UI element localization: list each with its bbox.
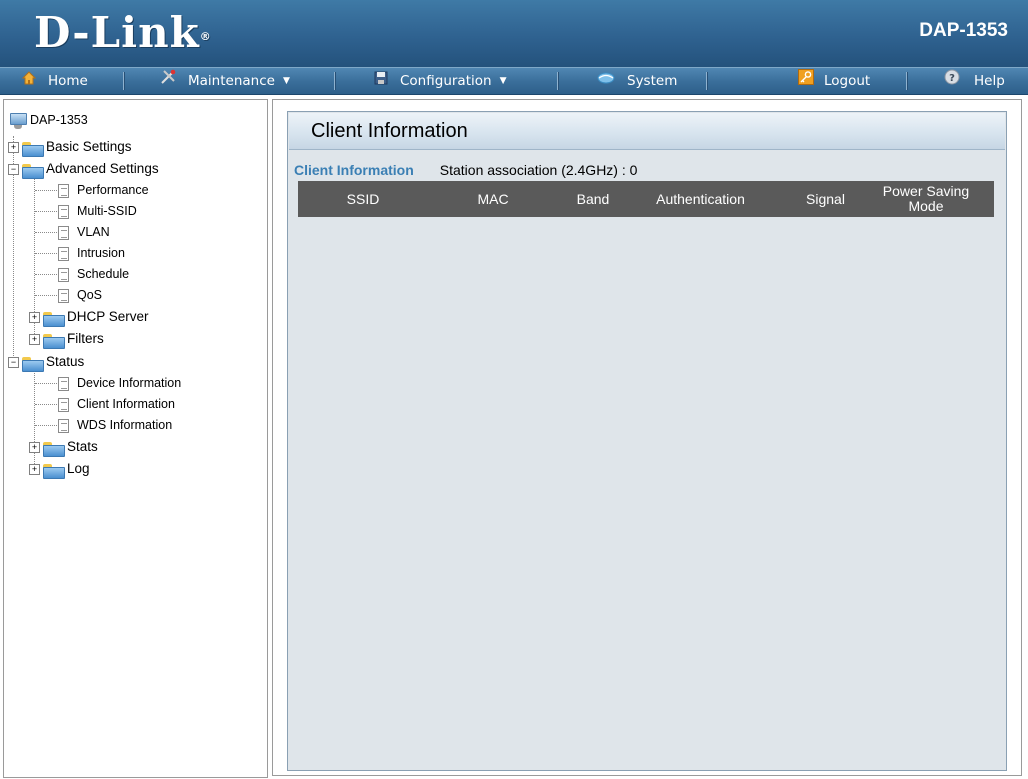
expand-icon[interactable]: +: [29, 464, 40, 476]
page-icon: [58, 246, 69, 261]
tree-stats[interactable]: + Stats: [29, 437, 98, 457]
tree-connector: [35, 253, 57, 254]
page-icon: [58, 376, 69, 391]
tree-item-schedule[interactable]: Schedule: [58, 264, 129, 284]
column-header-ssid: SSID: [346, 190, 380, 207]
menu-home-label: Home: [48, 73, 88, 89]
menu-system-label: System: [627, 73, 678, 89]
chevron-down-icon: ▼: [282, 76, 290, 86]
tree-log[interactable]: + Log: [29, 459, 90, 479]
expand-icon[interactable]: +: [8, 142, 19, 154]
section-header: Client Information Station association (2…: [294, 162, 637, 179]
save-disk-icon: [374, 68, 388, 94]
tree-filters[interactable]: + Filters: [29, 329, 104, 349]
page-icon: [58, 225, 69, 240]
model-name: DAP-1353: [919, 20, 1008, 41]
collapse-icon[interactable]: −: [8, 357, 19, 369]
page-icon: [58, 204, 69, 219]
column-header-power-saving-mode: Power Saving Mode: [882, 183, 970, 214]
tree-connector: [35, 295, 57, 296]
tree-connector: [35, 383, 57, 384]
page-icon: [58, 267, 69, 282]
tree-item-vlan[interactable]: VLAN: [58, 222, 110, 242]
tree-connector: [35, 425, 57, 426]
tree-basic-settings[interactable]: + Basic Settings: [8, 137, 132, 157]
section-title: Client Information: [294, 162, 414, 178]
tree-item-performance[interactable]: Performance: [58, 180, 149, 200]
key-icon: [798, 68, 814, 94]
menu-logout[interactable]: Logout: [798, 68, 870, 94]
tree-root-device[interactable]: DAP-1353: [8, 110, 88, 130]
page-title: Client Information: [311, 120, 468, 142]
folder-icon: [21, 141, 44, 157]
collapse-icon[interactable]: −: [8, 164, 19, 176]
menu-configuration[interactable]: Configuration ▼: [374, 68, 506, 94]
menu-home[interactable]: Home: [21, 68, 88, 94]
tree-item-intrusion[interactable]: Intrusion: [58, 243, 125, 263]
chevron-down-icon: ▼: [499, 76, 507, 86]
content-panel: Client Information Client Information Sta…: [287, 111, 1007, 771]
menu-separator: [706, 72, 707, 90]
menu-configuration-label: Configuration: [400, 73, 492, 89]
tree-advanced-settings[interactable]: − Advanced Settings: [8, 159, 159, 179]
menu-maintenance[interactable]: Maintenance ▼: [160, 68, 290, 94]
page-icon: [58, 418, 69, 433]
menu-separator: [906, 72, 907, 90]
menu-separator: [334, 72, 335, 90]
tools-icon: [160, 68, 176, 94]
system-icon: [597, 68, 615, 94]
folder-icon: [42, 311, 65, 327]
tree-item-wds-information[interactable]: WDS Information: [58, 415, 172, 435]
folder-icon: [42, 441, 65, 457]
tree-connector: [35, 211, 57, 212]
folder-open-icon: [21, 356, 44, 372]
dlink-logo: D-Link®: [34, 8, 212, 57]
column-header-signal: Signal: [806, 190, 845, 207]
tree-item-qos[interactable]: QoS: [58, 285, 102, 305]
header-banner: D-Link® DAP-1353: [0, 0, 1028, 67]
svg-text:?: ?: [949, 73, 955, 84]
tree-connector: [35, 274, 57, 275]
menu-maintenance-label: Maintenance: [188, 73, 275, 89]
column-header-mac: MAC: [477, 190, 509, 207]
tree-item-client-information[interactable]: Client Information: [58, 394, 175, 414]
tree-connector: [35, 190, 57, 191]
page-icon: [58, 397, 69, 412]
folder-open-icon: [21, 163, 44, 179]
column-header-authentication: Authentication: [656, 190, 745, 207]
menu-separator: [123, 72, 124, 90]
tree-dhcp-server[interactable]: + DHCP Server: [29, 307, 149, 327]
menu-system[interactable]: System: [597, 68, 677, 94]
page-icon: [58, 288, 69, 303]
page-icon: [58, 183, 69, 198]
menu-help[interactable]: ? Help: [944, 68, 1005, 94]
folder-icon: [42, 333, 65, 349]
top-menu-bar: Home Maintenance ▼ Configuration ▼ System …: [0, 67, 1028, 95]
tree-connector: [35, 404, 57, 405]
tree-status[interactable]: − Status: [8, 352, 84, 372]
tree-connector: [35, 232, 57, 233]
menu-help-label: Help: [974, 73, 1005, 89]
page-title-bar: Client Information: [289, 113, 1005, 150]
tree-item-device-information[interactable]: Device Information: [58, 373, 181, 393]
computer-icon: [8, 111, 28, 131]
column-header-band: Band: [576, 190, 610, 207]
expand-icon[interactable]: +: [29, 312, 40, 324]
sidebar-tree: DAP-1353 + Basic Settings − Advanced Setti…: [3, 99, 268, 778]
tree-item-multi-ssid[interactable]: Multi-SSID: [58, 201, 137, 221]
client-table-header: SSID MAC Band Authentication Signal Powe…: [298, 181, 994, 217]
menu-separator: [557, 72, 558, 90]
help-icon: ?: [944, 68, 960, 94]
menu-logout-label: Logout: [824, 73, 871, 89]
folder-icon: [42, 463, 65, 479]
expand-icon[interactable]: +: [29, 334, 40, 346]
station-association-count: Station association (2.4GHz) : 0: [439, 162, 638, 178]
expand-icon[interactable]: +: [29, 442, 40, 454]
home-icon: [21, 68, 37, 94]
